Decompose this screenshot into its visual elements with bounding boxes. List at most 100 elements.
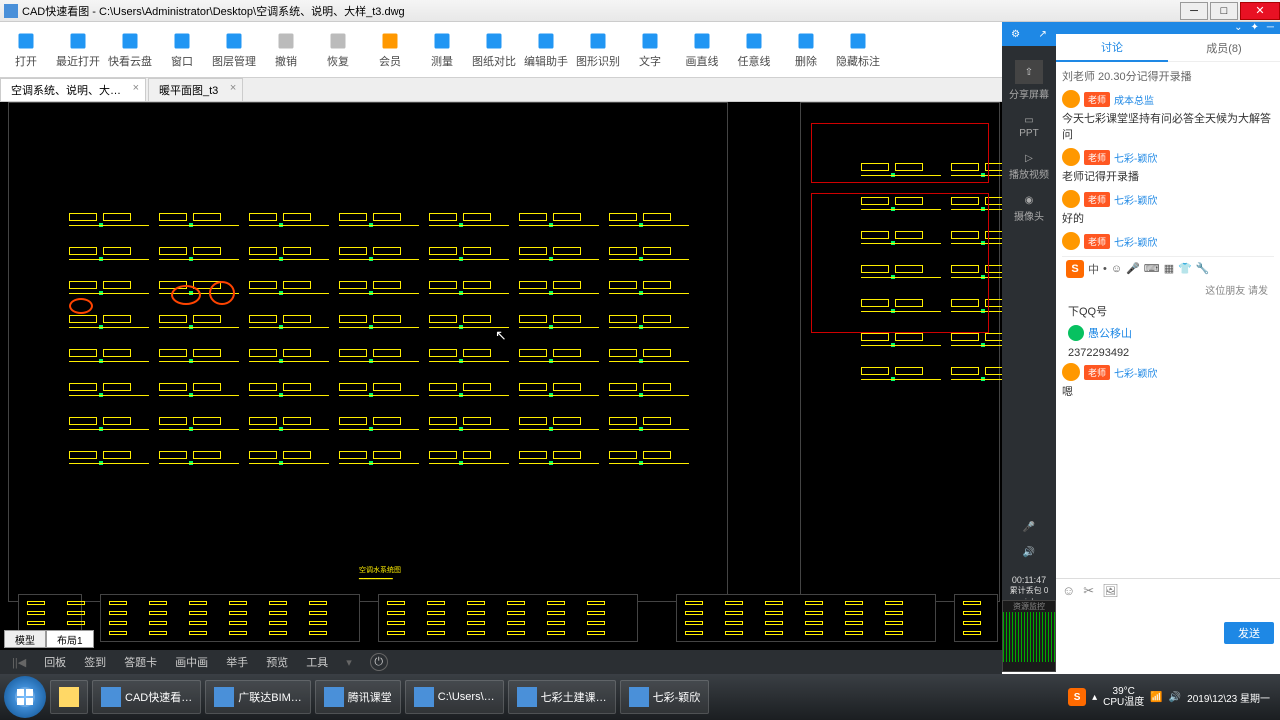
explorer-button[interactable]: [50, 680, 88, 714]
chat-message: 老师七彩-颖欣: [1062, 232, 1274, 250]
bottom-画中画-button[interactable]: 画中画: [175, 654, 208, 670]
ime-mic-icon[interactable]: 🎤: [1126, 262, 1140, 275]
taskbar-item[interactable]: 七彩土建课…: [508, 680, 616, 714]
thumbnail[interactable]: [954, 594, 998, 642]
role-badge: 老师: [1084, 192, 1110, 207]
toolbar-window-button[interactable]: 窗口: [156, 22, 208, 77]
lesson-bottom-bar: ||◀回板签到答题卡画中画举手预览工具▾⏻: [0, 650, 1002, 674]
ime-tool-icon[interactable]: 🔧: [1196, 262, 1210, 275]
minimize-chat-icon[interactable]: ─: [1267, 22, 1274, 34]
toolbar-measure-button[interactable]: 测量: [416, 22, 468, 77]
resource-monitor[interactable]: 资源监控: [1002, 600, 1056, 672]
document-tab[interactable]: 空调系统、说明、大…×: [0, 78, 146, 101]
toolbar-erase-button[interactable]: 删除: [780, 22, 832, 77]
wechat-icon: [1068, 325, 1084, 341]
close-tab-icon[interactable]: ×: [133, 82, 139, 94]
taskbar-item[interactable]: C:\Users\…: [405, 680, 504, 714]
start-button[interactable]: [4, 676, 46, 718]
user-name: 七彩-颖欣: [1114, 150, 1157, 165]
temperature-widget[interactable]: 39°CCPU温度: [1103, 686, 1144, 708]
drawing-canvas[interactable]: 空调水系统图━━━━━━━━ ↖: [0, 102, 1002, 650]
bottom-回板-button[interactable]: 回板: [44, 654, 66, 670]
drawing-titleblock: 空调水系统图━━━━━━━━: [359, 565, 401, 583]
taskbar-item[interactable]: CAD快速看…: [92, 680, 201, 714]
toolbar-vip-button[interactable]: 会员: [364, 22, 416, 77]
markup-circle: [171, 285, 201, 305]
chat-messages[interactable]: 刘老师 20.30分记得开录播 老师成本总监今天七彩课堂坚持有问必答全天候为大解…: [1056, 62, 1280, 578]
taskbar-item[interactable]: 腾讯课堂: [315, 680, 401, 714]
drawing-viewport-2: [800, 102, 1000, 602]
wechat-contact[interactable]: 愚公移山: [1062, 323, 1274, 343]
sogou-tray-icon[interactable]: S: [1068, 688, 1086, 706]
ime-keyboard-icon[interactable]: ⌨: [1144, 262, 1160, 275]
close-button[interactable]: ✕: [1240, 2, 1280, 20]
layout-tab[interactable]: 模型: [4, 630, 46, 648]
close-tab-icon[interactable]: ×: [230, 82, 236, 94]
power-button[interactable]: ⏻: [370, 653, 388, 671]
thumbnail[interactable]: [378, 594, 638, 642]
tab-members[interactable]: 成员(8): [1168, 35, 1280, 61]
toolbar-recent-button[interactable]: 最近打开: [52, 22, 104, 77]
share-screen-button[interactable]: ⇧ 分享屏幕: [1009, 60, 1049, 101]
thumbnail[interactable]: [100, 594, 360, 642]
volume-button[interactable]: 🔊: [1023, 547, 1035, 558]
toolbar-layers-button[interactable]: 图层管理: [208, 22, 260, 77]
mic-button[interactable]: 🎤: [1023, 522, 1035, 533]
bottom-预览-button[interactable]: 预览: [266, 654, 288, 670]
bottom-签到-button[interactable]: 签到: [84, 654, 106, 670]
dock-top-icons[interactable]: ⚙↗: [1002, 22, 1056, 46]
chat-tabs: 讨论 成员(8): [1056, 34, 1280, 62]
network-icon[interactable]: 📶: [1150, 692, 1162, 703]
pin-icon[interactable]: ✦: [1251, 22, 1259, 34]
message-text: 好的: [1062, 210, 1274, 226]
gear-icon[interactable]: ⚙: [1011, 29, 1020, 40]
clock[interactable]: 2019\12\23 星期一: [1187, 690, 1270, 705]
image-icon[interactable]: 🖼: [1102, 583, 1119, 599]
toolbar-hide-button[interactable]: 隐藏标注: [832, 22, 884, 77]
toolbar-cloud-button[interactable]: 快看云盘: [104, 22, 156, 77]
taskbar-item[interactable]: 七彩-颖欣: [620, 680, 710, 714]
toolbar-edit-button[interactable]: 编辑助手: [520, 22, 572, 77]
toolbar-compare-button[interactable]: 图纸对比: [468, 22, 520, 77]
document-tab[interactable]: 暖平面图_t3×: [148, 78, 243, 101]
ime-skin-icon[interactable]: 👕: [1178, 262, 1192, 275]
chat-message: 老师七彩-颖欣老师记得开录播: [1062, 148, 1274, 184]
tab-discuss[interactable]: 讨论: [1056, 34, 1168, 62]
ime-lang[interactable]: 中: [1088, 261, 1099, 277]
minimize-button[interactable]: ─: [1180, 2, 1208, 20]
toolbar-free-button[interactable]: 任意线: [728, 22, 780, 77]
volume-tray-icon[interactable]: 🔊: [1169, 692, 1181, 703]
ime-emoji-icon[interactable]: ☺: [1111, 263, 1122, 275]
taskbar-item[interactable]: 广联达BIM…: [205, 680, 311, 714]
system-tray[interactable]: S ▴ 39°CCPU温度 📶 🔊 2019\12\23 星期一: [1068, 686, 1276, 708]
toolbar-undo-button[interactable]: 撤销: [260, 22, 312, 77]
scissors-icon[interactable]: ✂: [1083, 583, 1094, 599]
ppt-button[interactable]: ▭PPT: [1019, 115, 1038, 139]
chat-message: 老师成本总监今天七彩课堂坚持有问必答全天候为大解答问: [1062, 90, 1274, 142]
bottom-工具-button[interactable]: 工具: [306, 654, 328, 670]
bottom-答题卡-button[interactable]: 答题卡: [124, 654, 157, 670]
markup-circle: [209, 281, 235, 305]
emoji-icon[interactable]: ☺: [1062, 583, 1075, 599]
toolbar-text-button[interactable]: 文字: [624, 22, 676, 77]
layout-tab[interactable]: 布局1: [46, 630, 94, 648]
chevron-down-icon[interactable]: ⌄: [1234, 22, 1242, 34]
chat-message: 老师七彩-颖欣好的: [1062, 190, 1274, 226]
toolbar-recognize-button[interactable]: 图形识别: [572, 22, 624, 77]
app-icon: [4, 4, 18, 18]
toolbar-line-button[interactable]: 画直线: [676, 22, 728, 77]
camera-button[interactable]: ◉摄像头: [1014, 195, 1044, 223]
send-button[interactable]: 发送: [1224, 622, 1274, 644]
toolbar-open-button[interactable]: 打开: [0, 22, 52, 77]
ime-pad-icon[interactable]: ▦: [1164, 262, 1174, 275]
popout-icon[interactable]: ↗: [1038, 29, 1046, 40]
bottom-举手-button[interactable]: 举手: [226, 654, 248, 670]
play-video-button[interactable]: ▷播放视频: [1009, 153, 1049, 181]
thumbnail[interactable]: [676, 594, 936, 642]
maximize-button[interactable]: □: [1210, 2, 1238, 20]
toolbar-redo-button[interactable]: 恢复: [312, 22, 364, 77]
tray-chevron-icon[interactable]: ▴: [1092, 692, 1097, 703]
sogou-icon[interactable]: S: [1066, 260, 1084, 278]
message-text: 今天七彩课堂坚持有问必答全天候为大解答问: [1062, 110, 1274, 142]
chat-panel: ⌄ ✦ ─ 讨论 成员(8) 刘老师 20.30分记得开录播 老师成本总监今天七…: [1056, 22, 1280, 650]
